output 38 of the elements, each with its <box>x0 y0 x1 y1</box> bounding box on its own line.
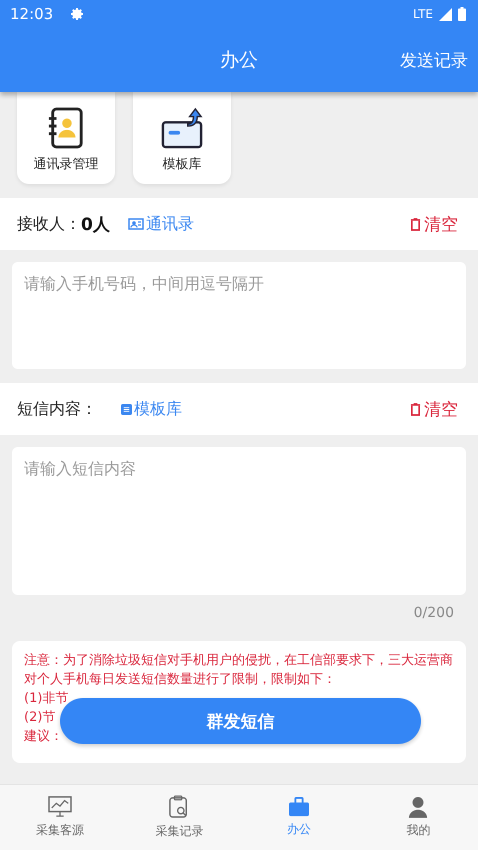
recipient-count: 0人 <box>81 214 110 236</box>
shortcut-card[interactable]: 通讯录管理 <box>17 92 115 184</box>
clear-button[interactable]: 清空 <box>410 212 458 236</box>
shortcut-card[interactable]: 模板库 <box>133 92 231 184</box>
recipient-label: 接收人： <box>17 214 81 234</box>
status-time: 12:03 <box>10 5 54 23</box>
nav-tab[interactable]: 办公 <box>239 785 358 850</box>
network-label: LTE <box>413 7 433 21</box>
template-link[interactable]: 模板库 <box>121 398 182 420</box>
character-counter: 0/200 <box>414 605 454 621</box>
briefcase-icon <box>288 797 310 817</box>
notice-text: 注意：为了消除垃圾短信对手机用户的侵扰，在工信部要求下，三大运营商对个人手机每日发送短信数量进行了限制，限制如下： <box>24 652 454 689</box>
window-upload-icon <box>160 107 204 149</box>
battery-icon <box>458 7 466 21</box>
signal-icon <box>439 8 452 20</box>
phone-input-field[interactable]: 请输入手机号码，中间用逗号隔开 <box>12 262 466 369</box>
message-input-field[interactable]: 请输入短信内容 <box>12 447 466 595</box>
trash-icon <box>410 402 421 416</box>
contact-card-icon <box>128 218 144 230</box>
page-title: 办公 <box>220 48 258 73</box>
clear-button[interactable]: 清空 <box>410 398 458 420</box>
notice-text: (2)节 <box>24 709 56 727</box>
settings-icon <box>69 6 86 22</box>
send-history-link[interactable]: 发送记录 <box>400 48 468 72</box>
document-icon <box>121 404 132 414</box>
shortcut-label: 通讯录管理 <box>34 156 98 173</box>
nav-tab[interactable]: 采集客源 <box>0 785 120 850</box>
person-icon <box>408 796 428 818</box>
nav-tab[interactable]: 采集记录 <box>120 785 239 850</box>
clipboard-search-icon <box>169 795 190 819</box>
notice-text: 建议： <box>24 728 63 746</box>
content-label: 短信内容： <box>17 398 97 420</box>
monitor-icon <box>48 796 72 818</box>
contacts-link[interactable]: 通讯录 <box>128 214 194 234</box>
shortcut-label: 模板库 <box>162 156 202 173</box>
address-book-icon <box>47 107 85 149</box>
nav-tab[interactable]: 我的 <box>358 785 478 850</box>
trash-icon <box>410 218 421 230</box>
